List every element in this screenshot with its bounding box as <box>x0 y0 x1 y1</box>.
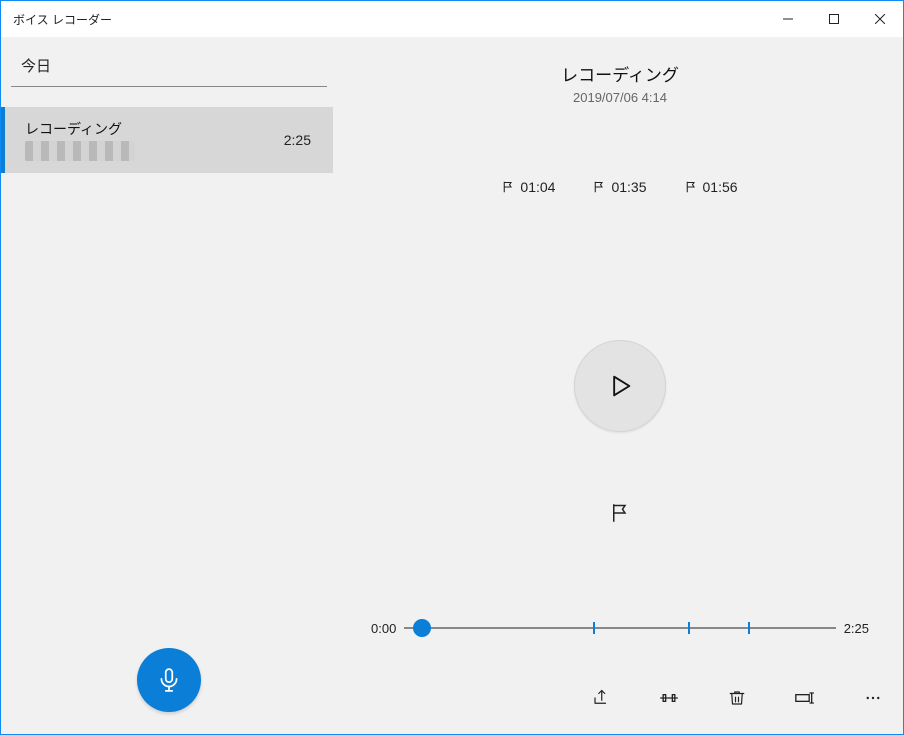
timeline-marker-tick[interactable] <box>748 622 750 634</box>
timeline-marker-tick[interactable] <box>593 622 595 634</box>
more-button[interactable] <box>857 682 889 714</box>
action-bar <box>585 682 889 714</box>
marker-item[interactable]: 01:35 <box>593 179 646 195</box>
timeline-line <box>404 627 835 629</box>
record-button[interactable] <box>137 648 201 712</box>
timeline-current-time: 0:00 <box>371 621 396 636</box>
timeline-track[interactable] <box>404 618 835 638</box>
add-marker-button[interactable] <box>603 496 637 530</box>
marker-time: 01:04 <box>520 179 555 195</box>
player-pane: レコーディング 2019/07/06 4:14 01:04 01:35 01:5… <box>337 37 903 734</box>
maximize-button[interactable] <box>811 1 857 37</box>
sidebar: 今日 レコーディング 2:25 <box>1 37 337 734</box>
marker-item[interactable]: 01:04 <box>502 179 555 195</box>
timeline-thumb[interactable] <box>413 619 431 637</box>
titlebar: ボイス レコーダー <box>1 1 903 37</box>
minimize-icon <box>783 14 793 24</box>
share-icon <box>592 689 610 707</box>
marker-time: 01:56 <box>703 179 738 195</box>
marker-item[interactable]: 01:56 <box>685 179 738 195</box>
close-icon <box>875 14 885 24</box>
more-icon <box>864 689 882 707</box>
mic-icon <box>156 667 182 693</box>
share-button[interactable] <box>585 682 617 714</box>
timeline: 0:00 2:25 <box>371 618 869 638</box>
app-title: ボイス レコーダー <box>13 11 765 28</box>
content-area: 今日 レコーディング 2:25 レコーディング 2019/07/06 4:14 <box>1 37 903 734</box>
maximize-icon <box>829 14 839 24</box>
flag-icon <box>502 181 514 193</box>
marker-list: 01:04 01:35 01:56 <box>337 179 903 195</box>
trim-icon <box>659 689 679 707</box>
player-header: レコーディング 2019/07/06 4:14 <box>337 37 903 105</box>
rename-icon <box>795 690 815 706</box>
recording-item-duration: 2:25 <box>284 132 311 148</box>
window-controls <box>765 1 903 37</box>
timeline-total-time: 2:25 <box>844 621 869 636</box>
play-button[interactable] <box>574 340 666 432</box>
marker-time: 01:35 <box>611 179 646 195</box>
rename-button[interactable] <box>789 682 821 714</box>
recording-item-title: レコーディング <box>25 119 311 139</box>
timeline-marker-tick[interactable] <box>688 622 690 634</box>
sidebar-section-header: 今日 <box>11 37 327 87</box>
flag-icon <box>610 503 630 523</box>
trim-button[interactable] <box>653 682 685 714</box>
flag-icon <box>593 181 605 193</box>
delete-icon <box>728 689 746 707</box>
player-title: レコーディング <box>337 61 903 86</box>
close-button[interactable] <box>857 1 903 37</box>
minimize-button[interactable] <box>765 1 811 37</box>
play-icon <box>606 372 634 400</box>
recording-list-item[interactable]: レコーディング 2:25 <box>1 107 333 173</box>
player-date: 2019/07/06 4:14 <box>337 90 903 105</box>
flag-icon <box>685 181 697 193</box>
delete-button[interactable] <box>721 682 753 714</box>
recording-item-preview <box>25 141 135 161</box>
app-window: ボイス レコーダー 今日 レコーディング 2:25 <box>0 0 904 735</box>
